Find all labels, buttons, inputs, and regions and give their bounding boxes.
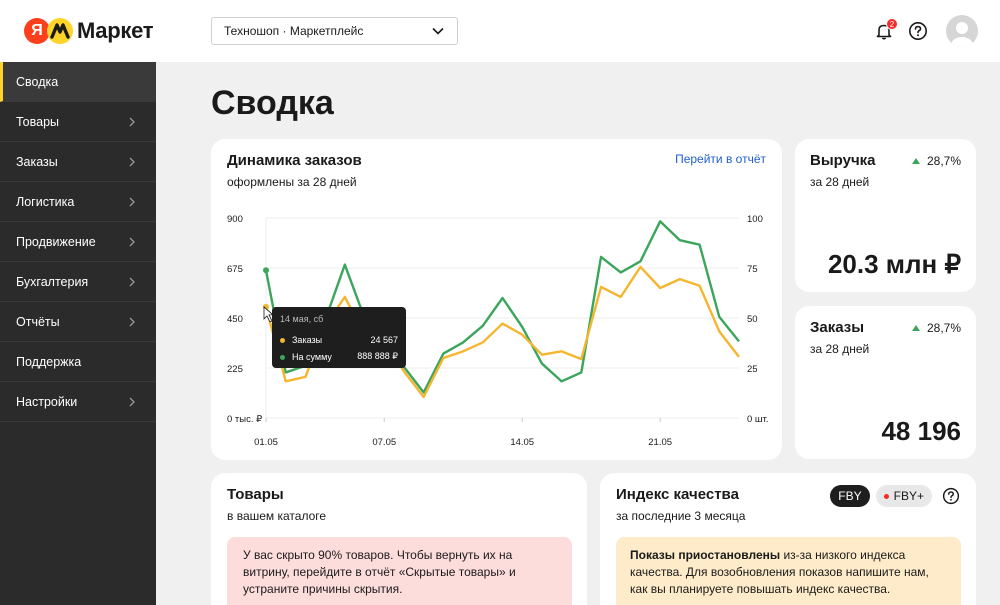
orders-delta: 28,7% bbox=[911, 321, 961, 335]
store-selector[interactable]: Техношоп · Маркетплейс bbox=[211, 17, 458, 45]
goods-card: Товары в вашем каталоге У вас скрыто 90%… bbox=[211, 473, 587, 605]
orders-subtitle: за 28 дней bbox=[810, 342, 870, 356]
x-axis-tick: 14.05 bbox=[510, 437, 534, 448]
fby-plus-label: FBY+ bbox=[893, 489, 924, 503]
right-axis-tick: 75 bbox=[747, 264, 758, 275]
alert-dot-icon bbox=[883, 493, 889, 499]
orders-dot-icon bbox=[280, 338, 285, 343]
sidebar-item-label: Логистика bbox=[16, 194, 75, 209]
sidebar-item[interactable]: Поддержка bbox=[0, 342, 156, 382]
tooltip-row-orders: Заказы 24 567 bbox=[280, 335, 398, 345]
sidebar-item-label: Сводка bbox=[16, 74, 59, 89]
fby-plus-chip[interactable]: FBY+ bbox=[875, 485, 932, 507]
sidebar-item[interactable]: Логистика bbox=[0, 182, 156, 222]
chevron-right-icon bbox=[129, 397, 135, 406]
logo-text: Маркет bbox=[77, 18, 154, 43]
sidebar-item[interactable]: Настройки bbox=[0, 382, 156, 422]
revenue-delta-value: 28,7% bbox=[926, 154, 961, 168]
tooltip-orders-value: 24 567 bbox=[370, 335, 398, 345]
revenue-delta: 28,7% bbox=[911, 154, 961, 168]
tooltip-sum-label: На сумму bbox=[292, 351, 332, 362]
right-axis-tick: 25 bbox=[747, 364, 758, 375]
revenue-value: 20.3 млн ₽ bbox=[827, 249, 961, 279]
avatar[interactable] bbox=[946, 15, 978, 47]
chevron-right-icon bbox=[129, 117, 135, 126]
x-axis-tick: 07.05 bbox=[372, 437, 396, 448]
logo-market-icon bbox=[47, 18, 73, 44]
logo[interactable]: Я Маркет bbox=[24, 18, 154, 44]
chevron-right-icon bbox=[129, 157, 135, 166]
right-axis-tick: 100 bbox=[747, 214, 763, 225]
quality-notice: Показы приостановлены из-за низкого инде… bbox=[616, 537, 961, 605]
sidebar-item-label: Поддержка bbox=[16, 354, 82, 369]
sidebar-item[interactable]: Отчёты bbox=[0, 302, 156, 342]
chevron-right-icon bbox=[129, 237, 135, 246]
sidebar-item-label: Отчёты bbox=[16, 314, 60, 329]
orders-value: 48 196 bbox=[881, 416, 961, 446]
left-axis-tick: 900 bbox=[227, 214, 243, 225]
orders-delta-value: 28,7% bbox=[926, 321, 961, 335]
right-axis-tick: 50 bbox=[747, 314, 758, 325]
orders-dynamics-subtitle: оформлены за 28 дней bbox=[227, 175, 357, 189]
left-axis-tick: 450 bbox=[227, 314, 243, 325]
fby-chip[interactable]: FBY bbox=[830, 485, 870, 507]
sum-dot-icon bbox=[280, 354, 285, 360]
quality-index-card: Индекс качества за последние 3 месяца FB… bbox=[600, 473, 976, 605]
chevron-right-icon bbox=[129, 197, 135, 206]
right-axis-tick: 0 шт. bbox=[747, 414, 768, 425]
tooltip-orders-label: Заказы bbox=[292, 335, 323, 345]
help-icon bbox=[909, 22, 927, 40]
orders-card[interactable]: Заказы за 28 дней 28,7% 48 196 bbox=[795, 306, 976, 459]
sidebar-item[interactable]: Продвижение bbox=[0, 222, 156, 262]
tooltip-sum-value: 888 888 ₽ bbox=[357, 351, 398, 361]
orders-dynamics-card: 0 тыс. ₽ 225 450 675 900 0 шт. 25 50 75 100 01.05 0… bbox=[211, 139, 782, 460]
chart-tooltip: 14 мая, сб Заказы 24 567 На сумму 888 88… bbox=[272, 307, 406, 368]
page-title: Сводка bbox=[211, 84, 334, 122]
tooltip-row-sum: На сумму 888 888 ₽ bbox=[280, 351, 398, 362]
tooltip-date: 14 мая, сб bbox=[280, 314, 324, 324]
x-axis-tick: 01.05 bbox=[254, 437, 278, 448]
top-bar: Я Маркет Техношоп · Маркетплейс 2 bbox=[0, 0, 1000, 62]
sidebar-item-label: Бухгалтерия bbox=[16, 274, 89, 289]
sidebar-item-label: Продвижение bbox=[16, 234, 96, 249]
sidebar-item[interactable]: Бухгалтерия bbox=[0, 262, 156, 302]
notifications-button[interactable]: 2 bbox=[874, 18, 898, 41]
chevron-down-icon bbox=[432, 27, 444, 35]
quality-title: Индекс качества bbox=[616, 486, 739, 503]
triangle-up-icon bbox=[911, 158, 920, 164]
chevron-right-icon bbox=[129, 317, 135, 326]
sidebar-item[interactable]: Заказы bbox=[0, 142, 156, 182]
store-selector-label: Техношоп · Маркетплейс bbox=[224, 24, 364, 38]
left-axis-tick: 675 bbox=[227, 264, 243, 275]
sidebar: Сводка Товары Заказы Логистика Продвижение Бу… bbox=[0, 62, 156, 605]
report-link[interactable]: Перейти в отчёт bbox=[675, 152, 766, 166]
help-button[interactable] bbox=[908, 21, 928, 41]
left-axis-tick: 0 тыс. ₽ bbox=[227, 414, 263, 425]
orders-title: Заказы bbox=[810, 319, 865, 336]
sidebar-item[interactable]: Товары bbox=[0, 102, 156, 142]
notification-badge: 2 bbox=[886, 18, 898, 30]
triangle-up-icon bbox=[911, 325, 920, 331]
revenue-title: Выручка bbox=[810, 152, 876, 169]
orders-dynamics-title: Динамика заказов bbox=[227, 152, 362, 169]
goods-subtitle: в вашем каталоге bbox=[227, 509, 327, 523]
revenue-card[interactable]: Выручка за 28 дней 28,7% 20.3 млн ₽ bbox=[795, 139, 976, 292]
sidebar-item-label: Настройки bbox=[16, 394, 78, 409]
chevron-right-icon bbox=[129, 277, 135, 286]
revenue-subtitle: за 28 дней bbox=[810, 175, 870, 189]
sidebar-item-label: Товары bbox=[16, 114, 59, 129]
series-point bbox=[263, 267, 269, 274]
quality-notice-bold: Показы приостановлены bbox=[630, 548, 781, 562]
hidden-goods-notice: У вас скрыто 90% товаров. Чтобы вернуть … bbox=[227, 537, 572, 605]
goods-title: Товары bbox=[227, 486, 284, 503]
x-axis-tick: 21.05 bbox=[648, 437, 672, 448]
sidebar-item-label: Заказы bbox=[16, 154, 58, 169]
left-axis-tick: 225 bbox=[227, 364, 243, 375]
help-icon[interactable] bbox=[942, 487, 960, 505]
quality-subtitle: за последние 3 месяца bbox=[616, 509, 746, 523]
sidebar-item[interactable]: Сводка bbox=[0, 62, 156, 102]
